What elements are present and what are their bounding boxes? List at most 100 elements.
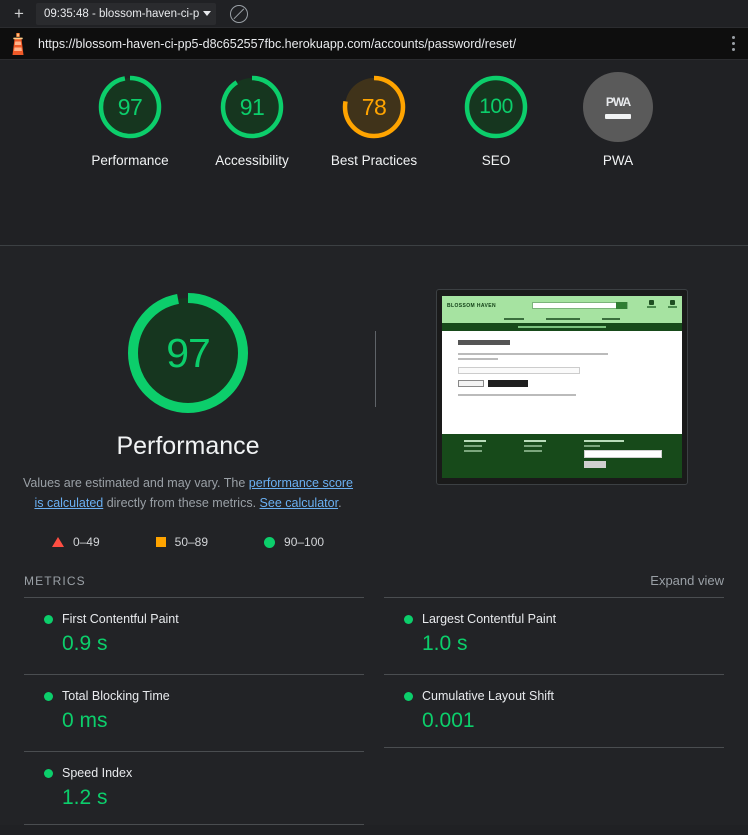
nav-item [546, 318, 580, 320]
circle-pass-icon [264, 536, 276, 548]
metrics-header: METRICS Expand view [24, 573, 724, 597]
score-gauge-strip: 97 Performance 91 Accessibility 78 Best … [0, 60, 748, 246]
score-gauge-pwa[interactable]: PWA PWA [570, 72, 666, 170]
score-gauge-performance[interactable]: 97 Performance [82, 72, 178, 170]
kebab-menu-icon[interactable] [722, 29, 744, 59]
thumbnail-nav [442, 315, 682, 323]
hero-desc-part3: . [338, 496, 342, 510]
performance-hero: 97 Performance Values are estimated and … [0, 246, 748, 549]
score-gauge-seo[interactable]: 100 SEO [448, 72, 544, 170]
thumbnail-page: BLOSSOM HAVEN [442, 296, 682, 478]
legend-item-fail: 0–49 [51, 535, 100, 549]
footer-column [464, 440, 486, 478]
clear-icon[interactable] [230, 4, 249, 23]
metrics-title: METRICS [24, 574, 86, 588]
footer-column [524, 440, 546, 478]
thumbnail-main [442, 331, 682, 434]
thumbnail-search-bar [532, 302, 628, 309]
chevron-down-icon[interactable] [203, 11, 212, 16]
gauge-score: 91 [239, 93, 265, 120]
metric-item[interactable]: Largest Contentful Paint 1.0 s [384, 597, 724, 674]
metric-item[interactable]: Total Blocking Time 0 ms [24, 674, 364, 751]
see-calculator-link[interactable]: See calculator [260, 496, 339, 510]
metric-name: Largest Contentful Paint [422, 612, 557, 626]
gauge-score: 78 [361, 93, 387, 120]
legend-range: 0–49 [72, 535, 100, 549]
metric-status-icon [44, 614, 53, 624]
thumbnail-reset-button [488, 380, 528, 387]
gauge-arc: 78 [339, 72, 409, 142]
metric-status-icon [404, 614, 413, 624]
page-title: Performance [116, 432, 260, 460]
thumbnail-paragraph [458, 353, 608, 355]
metric-status-icon [404, 691, 413, 701]
thumbnail-paragraph [458, 358, 498, 360]
hero-desc-part2: directly from these metrics. [103, 496, 260, 510]
gauge-label: Performance [91, 153, 169, 168]
new-audit-button[interactable]: + [6, 3, 32, 25]
metric-item[interactable]: First Contentful Paint 0.9 s [24, 597, 364, 674]
gauge-label: PWA [602, 153, 634, 168]
thumbnail-back-button [458, 380, 484, 387]
triangle-fail-icon [51, 537, 64, 547]
gauge-score: 97 [117, 93, 143, 120]
gauge-arc: 100 [461, 72, 531, 142]
metric-value: 1.2 s [62, 786, 108, 809]
metric-name: Total Blocking Time [62, 689, 170, 703]
nav-item [602, 318, 620, 320]
hero-right: BLOSSOM HAVEN [376, 288, 748, 549]
plus-icon: + [14, 4, 24, 23]
metric-value: 0.001 [422, 709, 475, 732]
gauge-score: 100 [479, 95, 513, 118]
metric-status-icon [44, 768, 53, 778]
thumbnail-site-name: BLOSSOM HAVEN [447, 302, 496, 309]
score-legend: 0–49 50–89 90–100 [51, 535, 324, 549]
gauge-arc: 97 [95, 72, 165, 142]
thumbnail-email-field [458, 367, 580, 374]
pwa-dash-icon [605, 114, 631, 119]
devtools-tab-strip: + 09:35:48 - blossom-haven-ci-p [0, 0, 748, 28]
metrics-section: METRICS Expand view First Contentful Pai… [0, 549, 748, 825]
thumbnail-heading [458, 340, 510, 345]
thumbnail-buttons [458, 380, 682, 387]
hero-description: Values are estimated and may vary. The p… [18, 473, 358, 513]
thumbnail-help-text [458, 394, 576, 396]
expand-view-button[interactable]: Expand view [650, 573, 724, 588]
performance-gauge-large: 97 [123, 288, 253, 418]
page-screenshot-thumbnail[interactable]: BLOSSOM HAVEN [436, 289, 688, 485]
metric-name: Cumulative Layout Shift [422, 689, 555, 703]
footer-newsletter [584, 440, 662, 478]
metric-value: 0.9 s [62, 632, 108, 655]
square-average-icon [155, 537, 166, 547]
score-gauge-accessibility[interactable]: 91 Accessibility [204, 72, 300, 170]
account-icon [647, 300, 656, 311]
hero-divider [375, 331, 376, 407]
legend-range: 50–89 [174, 535, 209, 549]
url-text[interactable]: https://blossom-haven-ci-pp5-d8c652557fb… [38, 37, 722, 51]
thumbnail-banner [442, 323, 682, 331]
metrics-grid: First Contentful Paint 0.9 s Total Block… [24, 597, 724, 825]
hero-left: 97 Performance Values are estimated and … [0, 288, 376, 549]
nav-item [504, 318, 524, 320]
gauge-label: Best Practices [330, 153, 418, 168]
report-tab-label: 09:35:48 - blossom-haven-ci-p [44, 7, 200, 20]
pwa-text: PWA [605, 95, 631, 109]
legend-item-average: 50–89 [155, 535, 209, 549]
score-gauge-best-practices[interactable]: 78 Best Practices [326, 72, 422, 170]
pwa-badge: PWA [583, 72, 653, 142]
legend-range: 90–100 [284, 535, 325, 549]
metric-item[interactable]: Cumulative Layout Shift 0.001 [384, 674, 724, 748]
thumbnail-footer [442, 434, 682, 478]
gauge-arc: 91 [217, 72, 287, 142]
legend-item-pass: 90–100 [264, 535, 324, 549]
gauge-label: SEO [481, 153, 511, 168]
url-bar: https://blossom-haven-ci-pp5-d8c652557fb… [0, 28, 748, 60]
report-tab[interactable]: 09:35:48 - blossom-haven-ci-p [36, 2, 217, 25]
metric-item[interactable]: Speed Index 1.2 s [24, 751, 364, 825]
lighthouse-icon [12, 32, 24, 55]
thumbnail-site-header: BLOSSOM HAVEN [442, 296, 682, 315]
metric-value: 1.0 s [422, 632, 468, 655]
hero-desc-part1: Values are estimated and may vary. The [22, 476, 249, 490]
metric-name: Speed Index [62, 766, 133, 780]
report-body: 97 Performance Values are estimated and … [0, 246, 748, 825]
